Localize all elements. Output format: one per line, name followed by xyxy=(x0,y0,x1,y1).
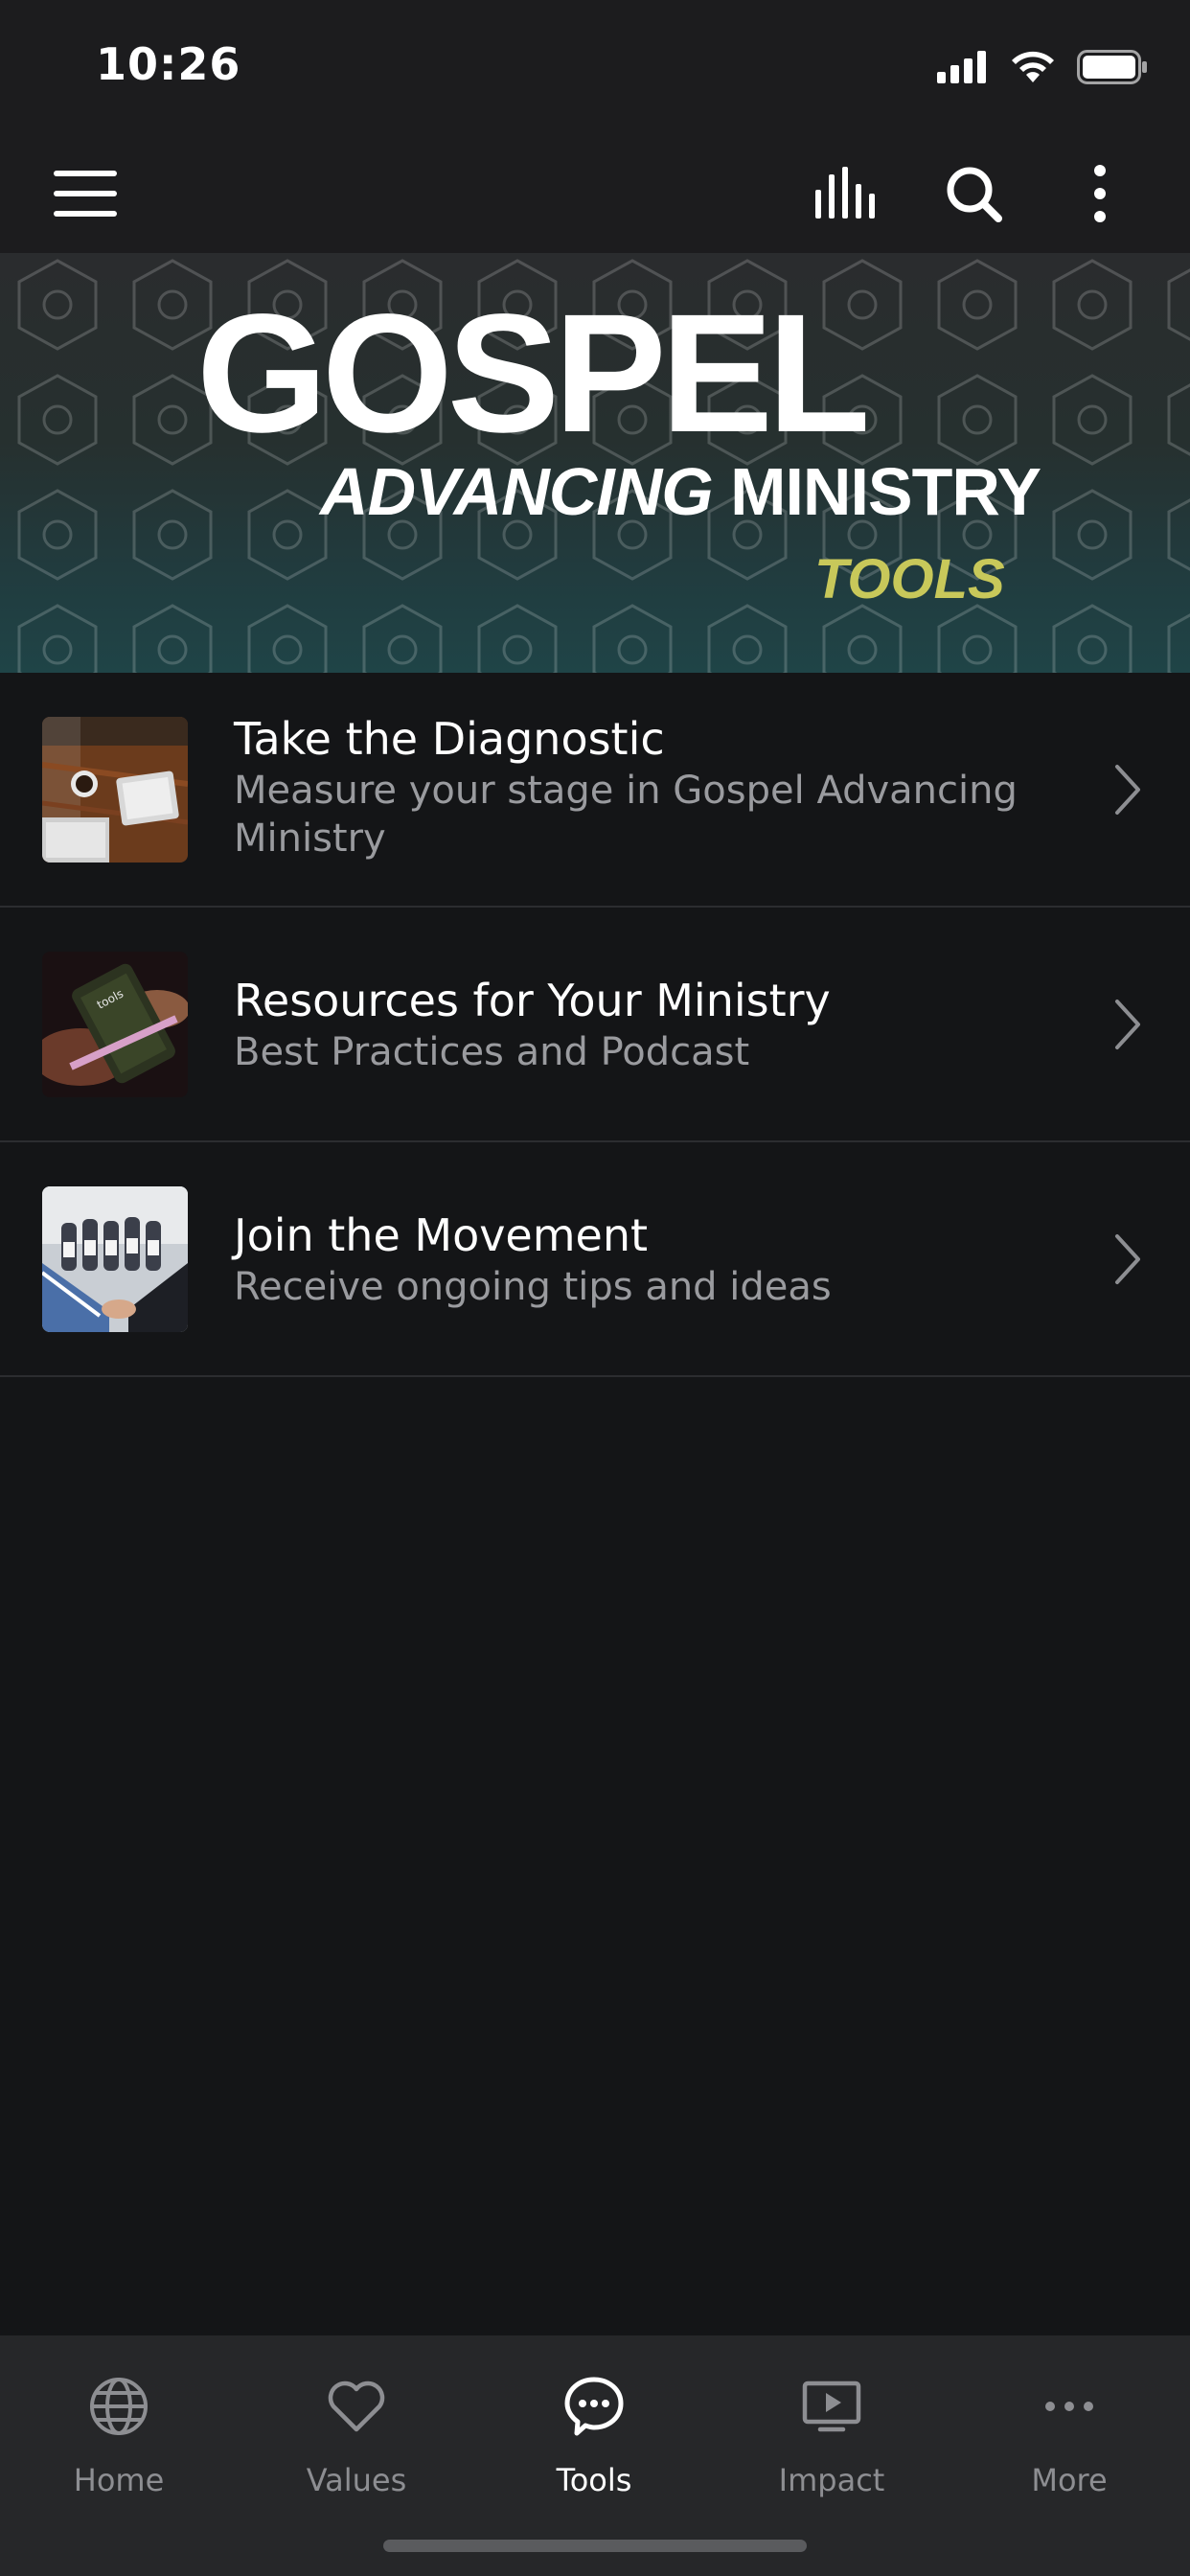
item-description: Receive ongoing tips and ideas xyxy=(234,1265,832,1309)
search-icon[interactable] xyxy=(939,159,1008,228)
status-icons xyxy=(937,48,1148,86)
list-item-diagnostic[interactable]: Take the Diagnostic Measure your stage i… xyxy=(0,673,1190,908)
hands-phone-photo: tools xyxy=(42,952,188,1097)
heart-icon xyxy=(328,2380,385,2432)
tab-impact[interactable]: Impact xyxy=(713,2355,950,2498)
desk-laptop-coffee-photo xyxy=(42,717,188,862)
tab-label: Home xyxy=(73,2462,165,2498)
status-bar: 10:26 xyxy=(0,0,1190,134)
banner-title: GOSPEL xyxy=(196,280,870,468)
tab-values[interactable]: Values xyxy=(238,2355,475,2498)
item-title: Join the Movement xyxy=(234,1209,649,1261)
chevron-right-icon xyxy=(1115,765,1140,815)
menu-icon[interactable] xyxy=(54,163,126,224)
banner-tag: TOOLS xyxy=(814,548,1005,610)
tab-label: Tools xyxy=(556,2462,632,2498)
tools-list: Take the Diagnostic Measure your stage i… xyxy=(0,673,1190,1377)
tab-tools[interactable]: Tools xyxy=(475,2355,713,2498)
item-title: Take the Diagnostic xyxy=(234,713,665,765)
status-time: 10:26 xyxy=(96,38,241,90)
item-description: Best Practices and Podcast xyxy=(234,1030,750,1074)
bar-chart-icon[interactable] xyxy=(810,163,886,224)
item-title: Resources for Your Ministry xyxy=(234,975,831,1026)
banner-subtitle-italic: ADVANCING xyxy=(320,454,714,529)
cellular-signal-icon xyxy=(937,51,986,83)
more-horizontal-icon xyxy=(1045,2402,1093,2411)
app-bar xyxy=(0,134,1190,253)
banner-subtitle-regular: MINISTRY xyxy=(712,454,1041,529)
tab-more[interactable]: More xyxy=(950,2355,1188,2498)
globe-icon xyxy=(90,2378,148,2435)
chat-bubble-icon xyxy=(564,2377,624,2436)
chevron-right-icon xyxy=(1115,1234,1140,1284)
battery-icon xyxy=(1077,50,1147,84)
video-player-icon xyxy=(802,2380,861,2432)
hero-banner: GOSPEL ADVANCING MINISTRY TOOLS xyxy=(0,253,1190,673)
item-description: Measure your stage in Gospel Advancing M… xyxy=(234,769,1018,861)
tab-label: Impact xyxy=(778,2462,885,2498)
tab-home[interactable]: Home xyxy=(0,2355,238,2498)
home-indicator xyxy=(383,2540,807,2552)
list-item-resources[interactable]: tools Resources for Your Ministry Best P… xyxy=(0,908,1190,1142)
wifi-icon xyxy=(1012,51,1054,82)
list-item-join[interactable]: Join the Movement Receive ongoing tips a… xyxy=(0,1142,1190,1377)
more-vertical-icon[interactable] xyxy=(1073,159,1127,228)
group-handshake-photo xyxy=(42,1186,188,1332)
tab-label: More xyxy=(1031,2462,1108,2498)
screen: 10:26 GOSPEL ADVANCING MINISTRY TOOLS Ta… xyxy=(0,0,1190,2576)
tab-label: Values xyxy=(306,2462,407,2498)
chevron-right-icon xyxy=(1115,1000,1140,1049)
banner-subtitle: ADVANCING MINISTRY xyxy=(320,458,1041,525)
